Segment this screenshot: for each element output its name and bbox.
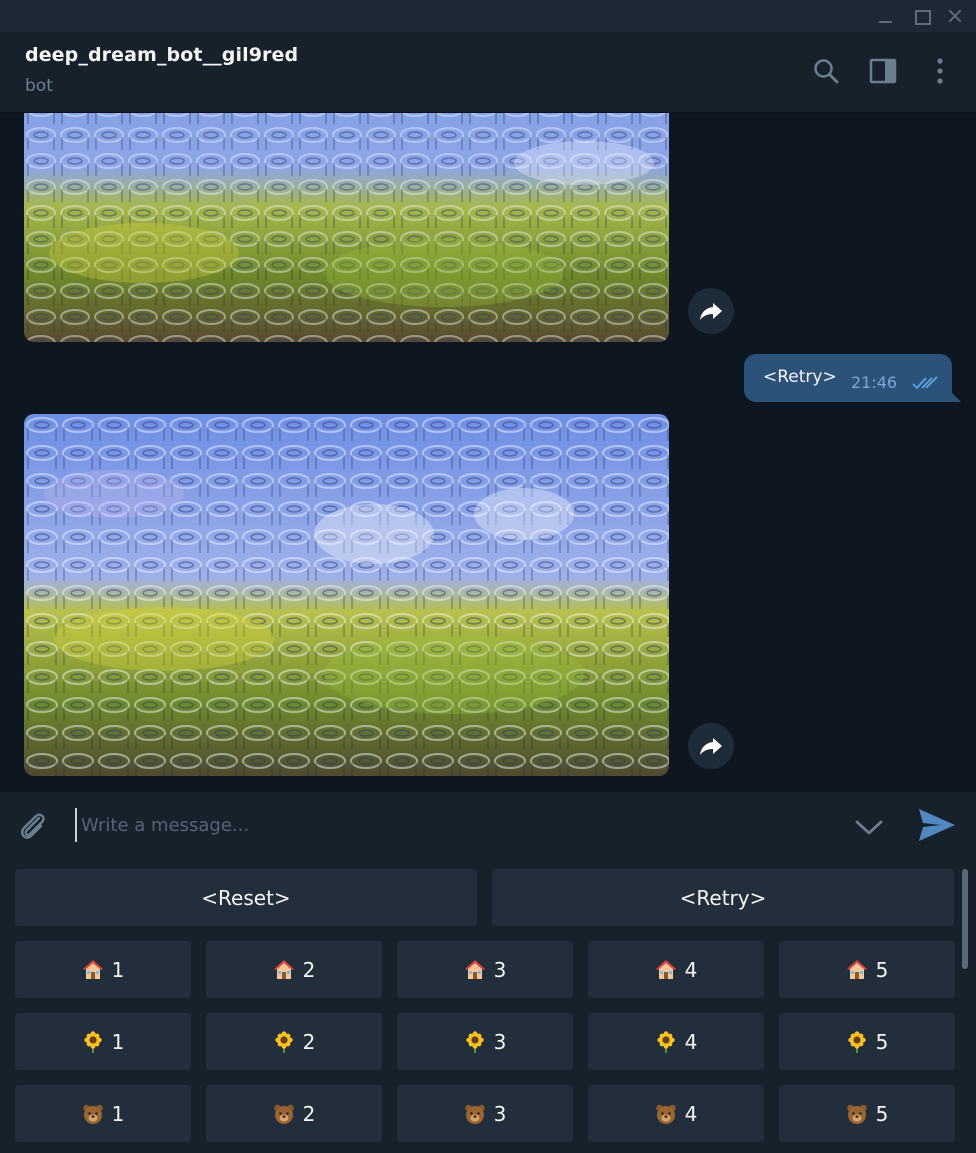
chat-status: bot [25,76,53,96]
keyboard-button-sunflower-2[interactable]: 2 [206,1013,382,1070]
keyboard-button-sunflower-5[interactable]: 5 [779,1013,955,1070]
message-list[interactable]: <Retry> 21:46 [0,113,976,791]
minimize-button[interactable] [874,6,896,26]
deep-dream-photo[interactable] [24,414,669,776]
bear-icon [846,1103,868,1125]
keyboard-button-bear-1[interactable]: 1 [15,1085,191,1142]
bear-icon [655,1103,677,1125]
keyboard-button-sunflower-4[interactable]: 4 [588,1013,764,1070]
house-icon [273,959,295,981]
sunflower-icon [655,1030,677,1053]
bear-icon [273,1103,295,1125]
keyboard-scrollbar[interactable] [962,869,968,969]
maximize-button[interactable] [910,6,932,26]
house-icon [82,959,104,981]
outgoing-message[interactable]: <Retry> 21:46 [744,354,952,402]
keyboard-button-retry[interactable]: <Retry> [492,869,954,926]
paperclip-icon[interactable] [15,808,51,844]
button-label: <Reset> [201,885,291,910]
deep-dream-photo[interactable] [24,113,669,342]
button-label: 2 [302,1101,316,1126]
message-input[interactable] [75,808,775,842]
button-label: 3 [493,957,507,982]
button-label: 1 [111,1029,125,1054]
button-label: 4 [684,1029,698,1054]
keyboard-button-house-5[interactable]: 5 [779,941,955,998]
keyboard-button-bear-5[interactable]: 5 [779,1085,955,1142]
button-label: 5 [875,1101,889,1126]
keyboard-button-house-2[interactable]: 2 [206,941,382,998]
keyboard-button-bear-2[interactable]: 2 [206,1085,382,1142]
keyboard-button-house-4[interactable]: 4 [588,941,764,998]
telegram-window: deep_dream_bot__gil9red bot <Retry> 21:4… [0,0,976,1153]
chevron-down-icon[interactable] [852,810,886,844]
close-window-button[interactable] [944,6,966,26]
house-icon [655,959,677,981]
button-label: 5 [875,957,889,982]
sidebar-toggle-icon[interactable] [868,56,898,86]
sunflower-icon [82,1030,104,1053]
bot-keyboard: <Reset> <Retry> 1 2 3 4 5 1 2 3 4 5 1 2 3 4 5 [0,857,976,1153]
keyboard-button-sunflower-3[interactable]: 3 [397,1013,573,1070]
button-label: 3 [493,1029,507,1054]
more-options-icon[interactable] [925,56,955,86]
sunflower-icon [464,1030,486,1053]
keyboard-button-reset[interactable]: <Reset> [15,869,477,926]
chat-title[interactable]: deep_dream_bot__gil9red [25,44,298,66]
sunflower-icon [846,1030,868,1053]
keyboard-button-house-3[interactable]: 3 [397,941,573,998]
house-icon [464,959,486,981]
house-icon [846,959,868,981]
message-composer [0,791,976,857]
keyboard-button-house-1[interactable]: 1 [15,941,191,998]
button-label: 1 [111,957,125,982]
search-icon[interactable] [811,56,841,86]
send-icon[interactable] [915,805,959,845]
button-label: 3 [493,1101,507,1126]
button-label: 4 [684,1101,698,1126]
message-text: <Retry> [763,367,837,387]
button-label: 2 [302,1029,316,1054]
keyboard-button-bear-4[interactable]: 4 [588,1085,764,1142]
sunflower-icon [273,1030,295,1053]
chat-header: deep_dream_bot__gil9red bot [0,32,976,113]
button-label: <Retry> [679,885,767,910]
bear-icon [82,1103,104,1125]
bear-icon [464,1103,486,1125]
forward-button[interactable] [688,288,734,334]
keyboard-button-bear-3[interactable]: 3 [397,1085,573,1142]
forward-button[interactable] [688,723,734,769]
message-time: 21:46 [851,373,898,392]
window-titlebar [0,0,976,32]
button-label: 1 [111,1101,125,1126]
bubble-tail [947,388,961,402]
button-label: 4 [684,957,698,982]
button-label: 5 [875,1029,889,1054]
read-checkmarks-icon [912,376,938,390]
keyboard-button-sunflower-1[interactable]: 1 [15,1013,191,1070]
button-label: 2 [302,957,316,982]
